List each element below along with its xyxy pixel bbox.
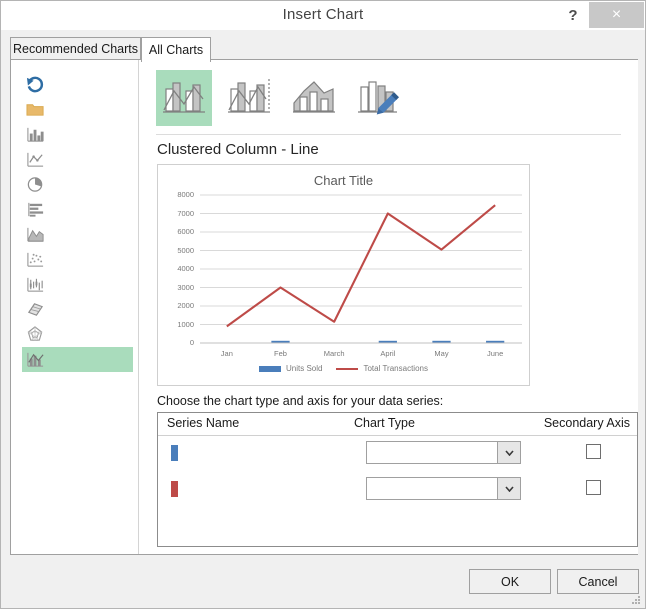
area-icon [26, 225, 45, 244]
y-axis-tick-label: 5000 [164, 246, 194, 255]
dialog-content: Clustered Column - Line Chart Title 8000… [10, 59, 638, 555]
legend-item-units-sold: Units Sold [259, 364, 322, 373]
x-axis-tick-label: April [362, 349, 414, 358]
sidebar-item-combo[interactable] [22, 347, 133, 372]
sidebar-item-templates[interactable] [22, 97, 133, 122]
variant-stacked-area-clustered-column[interactable] [286, 70, 342, 126]
variant-clustered-column-line-secondary-axis[interactable] [221, 70, 277, 126]
secondary-axis-checkbox[interactable] [586, 480, 601, 495]
legend-item-total-transactions: Total Transactions [336, 364, 427, 373]
clustered-column-line-icon [162, 77, 206, 119]
dialog-title: Insert Chart [1, 6, 645, 23]
variant-title: Clustered Column - Line [157, 141, 319, 158]
x-axis-tick-label: May [416, 349, 468, 358]
variant-thumbnails [156, 70, 621, 128]
column-header-series-name: Series Name [167, 416, 239, 430]
variant-custom-combination[interactable] [351, 70, 407, 126]
series-color-swatch [171, 481, 178, 497]
sidebar-item-recent[interactable] [22, 72, 133, 97]
cancel-button[interactable]: Cancel [557, 569, 639, 594]
column-header-chart-type: Chart Type [354, 416, 415, 430]
thumbnail-divider [156, 134, 621, 135]
series-color-swatch [171, 445, 178, 461]
y-axis-tick-label: 2000 [164, 301, 194, 310]
chart-preview[interactable]: Chart Title 8000700060005000400030002000… [157, 164, 530, 386]
clustered-column-line-secondary-axis-icon [227, 77, 271, 119]
scatter-icon [26, 250, 45, 269]
close-icon[interactable]: × [589, 2, 644, 28]
series-table-header: Series Name Chart Type Secondary Axis [158, 413, 637, 436]
tab-recommended-charts[interactable]: Recommended Charts [10, 37, 141, 60]
series-row [158, 436, 637, 472]
y-axis-tick-label: 3000 [164, 283, 194, 292]
sidebar-item-column[interactable] [22, 122, 133, 147]
x-axis-tick-label: March [308, 349, 360, 358]
y-axis-tick-label: 1000 [164, 320, 194, 329]
help-icon[interactable]: ? [560, 3, 586, 27]
sidebar-item-area[interactable] [22, 222, 133, 247]
tab-strip: Recommended Charts All Charts [10, 37, 638, 60]
stock-icon [26, 275, 45, 294]
chart-type-dropdown[interactable] [366, 477, 521, 500]
radar-icon [26, 325, 45, 344]
ok-button[interactable]: OK [469, 569, 551, 594]
column-icon [26, 125, 45, 144]
stacked-area-clustered-column-icon [292, 77, 336, 119]
legend-label-units-sold: Units Sold [286, 364, 322, 373]
series-instruction: Choose the chart type and axis for your … [157, 394, 443, 408]
y-axis-tick-label: 7000 [164, 209, 194, 218]
secondary-axis-checkbox[interactable] [586, 444, 601, 459]
sidebar-item-line[interactable] [22, 147, 133, 172]
combo-icon [26, 350, 45, 369]
x-axis-tick-label: Jan [201, 349, 253, 358]
chart-type-dropdown[interactable] [366, 441, 521, 464]
sidebar-item-surface[interactable] [22, 297, 133, 322]
tab-all-charts[interactable]: All Charts [141, 37, 211, 62]
chart-type-sidebar [11, 60, 139, 554]
sidebar-item-bar[interactable] [22, 197, 133, 222]
chevron-down-icon [497, 478, 520, 499]
variant-clustered-column-line[interactable] [156, 70, 212, 126]
title-bar: Insert Chart ? × [1, 1, 645, 30]
resize-grip-icon[interactable] [631, 595, 641, 605]
recent-icon [26, 75, 45, 94]
y-axis-tick-label: 0 [164, 338, 194, 347]
y-axis-tick-label: 8000 [164, 190, 194, 199]
column-header-secondary-axis: Secondary Axis [544, 416, 630, 430]
sidebar-item-x-y-scatter[interactable] [22, 247, 133, 272]
chart-plot-area: 8000 7000 6000 5000 4000 3000 2000 1000 0 JanFeb… [158, 165, 529, 385]
chevron-down-icon [497, 442, 520, 463]
surface-icon [26, 300, 45, 319]
legend-swatch-units-sold [259, 365, 281, 372]
sidebar-item-stock[interactable] [22, 272, 133, 297]
legend-swatch-total-transactions [336, 365, 358, 372]
chart-legend: Units Sold Total Transactions [158, 364, 529, 373]
pie-icon [26, 175, 45, 194]
series-table: Series Name Chart Type Secondary Axis [157, 412, 638, 547]
bar-icon [26, 200, 45, 219]
insert-chart-dialog: Insert Chart ? × Recommended Charts All … [0, 0, 646, 609]
sidebar-item-radar[interactable] [22, 322, 133, 347]
series-row [158, 472, 637, 508]
legend-label-total-transactions: Total Transactions [363, 364, 427, 373]
x-axis-tick-label: Feb [255, 349, 307, 358]
x-axis-tick-label: June [469, 349, 521, 358]
line-icon [26, 150, 45, 169]
sidebar-item-pie[interactable] [22, 172, 133, 197]
custom-combination-pencil-icon [357, 77, 401, 119]
y-axis-tick-label: 4000 [164, 264, 194, 273]
chart-options-pane: Clustered Column - Line Chart Title 8000… [139, 60, 638, 554]
folder-icon [26, 100, 45, 119]
y-axis-tick-label: 6000 [164, 227, 194, 236]
